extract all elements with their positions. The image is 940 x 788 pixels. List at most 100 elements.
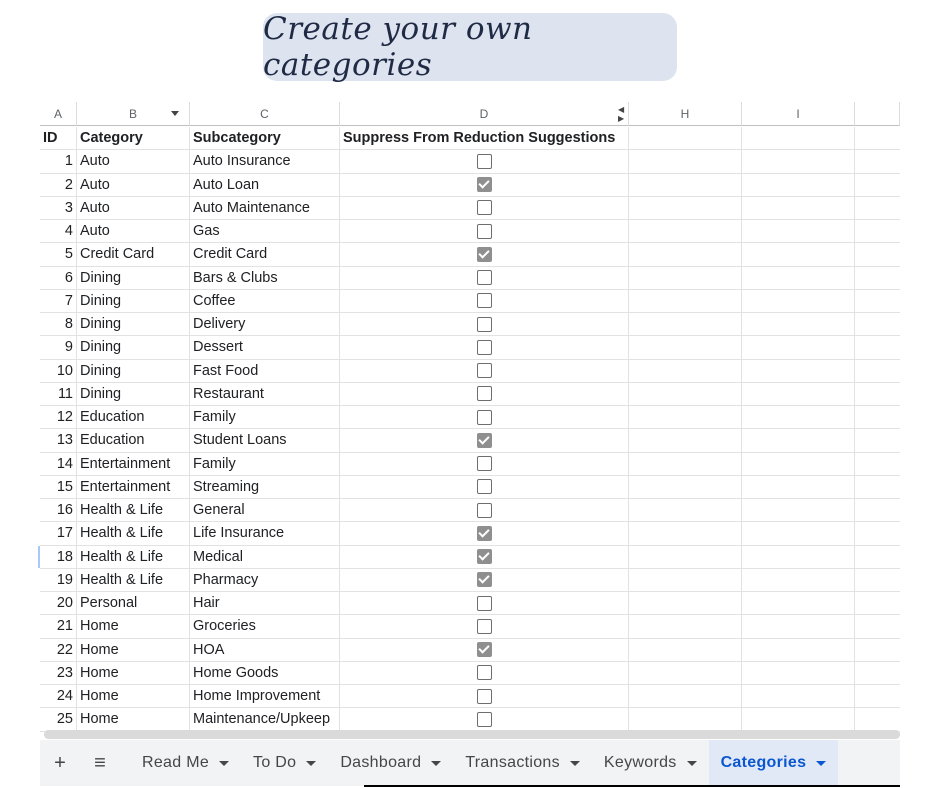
empty-cell[interactable] (629, 592, 742, 616)
suppress-cell[interactable] (340, 661, 629, 685)
subcategory-cell[interactable]: Student Loans (190, 429, 340, 453)
suppress-checkbox[interactable] (476, 270, 492, 286)
suppress-checkbox[interactable] (476, 665, 492, 681)
subcategory-cell[interactable]: Hair (190, 592, 340, 616)
category-cell[interactable]: Health & Life (77, 568, 190, 592)
category-cell[interactable]: Dining (77, 359, 190, 383)
empty-cell[interactable] (629, 545, 742, 569)
empty-cell[interactable] (742, 452, 855, 476)
empty-cell[interactable] (855, 290, 900, 313)
id-cell[interactable]: 2 (40, 173, 77, 197)
sheet-tab[interactable]: Read Me (130, 740, 241, 786)
category-cell[interactable]: Entertainment (77, 475, 190, 499)
suppress-cell[interactable] (340, 173, 629, 197)
suppress-cell[interactable] (340, 406, 629, 430)
sheet-tab[interactable]: To Do (241, 740, 328, 786)
suppress-checkbox[interactable] (476, 525, 492, 541)
empty-cell[interactable] (855, 267, 900, 290)
subcategory-cell[interactable]: Pharmacy (190, 568, 340, 592)
empty-cell[interactable] (629, 708, 742, 732)
subcategory-cell[interactable]: Auto Insurance (190, 150, 340, 174)
category-cell[interactable]: Home (77, 615, 190, 639)
suppress-checkbox[interactable] (476, 479, 492, 495)
id-cell[interactable]: 20 (40, 592, 77, 616)
empty-cell[interactable] (855, 243, 900, 267)
column-header-h[interactable]: H (629, 102, 742, 126)
empty-cell[interactable] (855, 522, 900, 546)
suppress-cell[interactable] (340, 452, 629, 476)
column-header-i[interactable]: I (742, 102, 855, 126)
subcategory-cell[interactable]: Auto Maintenance (190, 196, 340, 220)
category-cell[interactable]: Home (77, 708, 190, 732)
category-cell[interactable]: Health & Life (77, 545, 190, 569)
suppress-cell[interactable] (340, 289, 629, 313)
suppress-cell[interactable] (340, 475, 629, 499)
suppress-cell[interactable] (340, 196, 629, 220)
category-cell[interactable]: Dining (77, 266, 190, 290)
column-header-j[interactable] (855, 102, 900, 126)
empty-cell[interactable] (742, 638, 855, 662)
empty-cell[interactable] (629, 568, 742, 592)
empty-cell[interactable] (742, 243, 855, 267)
empty-cell[interactable] (855, 592, 900, 616)
subcategory-cell[interactable]: Bars & Clubs (190, 266, 340, 290)
empty-cell[interactable] (855, 708, 900, 732)
suppress-cell[interactable] (340, 592, 629, 616)
suppress-cell[interactable] (340, 522, 629, 546)
category-cell[interactable]: Dining (77, 289, 190, 313)
category-cell[interactable]: Credit Card (77, 243, 190, 267)
category-cell[interactable]: Education (77, 429, 190, 453)
empty-cell[interactable] (742, 313, 855, 337)
suppress-cell[interactable] (340, 313, 629, 337)
empty-cell[interactable] (629, 452, 742, 476)
empty-cell[interactable] (855, 662, 900, 685)
subcategory-cell[interactable]: Coffee (190, 289, 340, 313)
empty-cell[interactable] (629, 243, 742, 267)
empty-cell[interactable] (742, 266, 855, 290)
suppress-checkbox[interactable] (476, 711, 492, 727)
suppress-cell[interactable] (340, 568, 629, 592)
empty-cell[interactable] (855, 197, 900, 220)
category-cell[interactable]: Dining (77, 336, 190, 360)
empty-cell[interactable] (855, 685, 900, 709)
spreadsheet-grid[interactable]: A B C D ◀ ▶ H I ID Category Subcategory … (40, 102, 900, 732)
suppress-checkbox[interactable] (476, 432, 492, 448)
empty-cell[interactable] (855, 313, 900, 337)
subcategory-cell[interactable]: Home Improvement (190, 685, 340, 709)
empty-cell[interactable] (742, 592, 855, 616)
empty-cell[interactable] (742, 568, 855, 592)
suppress-checkbox[interactable] (476, 200, 492, 216)
suppress-cell[interactable] (340, 359, 629, 383)
chevron-down-icon[interactable] (431, 760, 442, 766)
suppress-checkbox[interactable] (476, 339, 492, 355)
empty-cell[interactable] (855, 127, 900, 151)
empty-cell[interactable] (629, 638, 742, 662)
suppress-checkbox[interactable] (476, 595, 492, 611)
category-cell[interactable]: Education (77, 406, 190, 430)
empty-cell[interactable] (629, 196, 742, 220)
plus-icon[interactable]: + (40, 752, 80, 775)
id-cell[interactable]: 21 (40, 615, 77, 639)
sheet-tab[interactable]: Categories (708, 740, 839, 786)
empty-cell[interactable] (855, 499, 900, 523)
id-cell[interactable]: 10 (40, 359, 77, 383)
empty-cell[interactable] (742, 545, 855, 569)
suppress-cell[interactable] (340, 615, 629, 639)
id-cell[interactable]: 15 (40, 475, 77, 499)
column-header-b[interactable]: B (77, 102, 190, 126)
horizontal-scrollbar[interactable] (44, 730, 900, 739)
id-cell[interactable]: 12 (40, 406, 77, 430)
empty-cell[interactable] (742, 359, 855, 383)
empty-cell[interactable] (742, 406, 855, 430)
suppress-cell[interactable] (340, 545, 629, 569)
suppress-checkbox[interactable] (476, 386, 492, 402)
subcategory-cell[interactable]: General (190, 499, 340, 523)
subcategory-cell[interactable]: Streaming (190, 475, 340, 499)
id-cell[interactable]: 8 (40, 313, 77, 337)
suppress-checkbox[interactable] (476, 456, 492, 472)
empty-cell[interactable] (742, 475, 855, 499)
empty-cell[interactable] (742, 127, 855, 151)
id-cell[interactable]: 25 (40, 708, 77, 732)
empty-cell[interactable] (629, 266, 742, 290)
empty-cell[interactable] (742, 150, 855, 174)
